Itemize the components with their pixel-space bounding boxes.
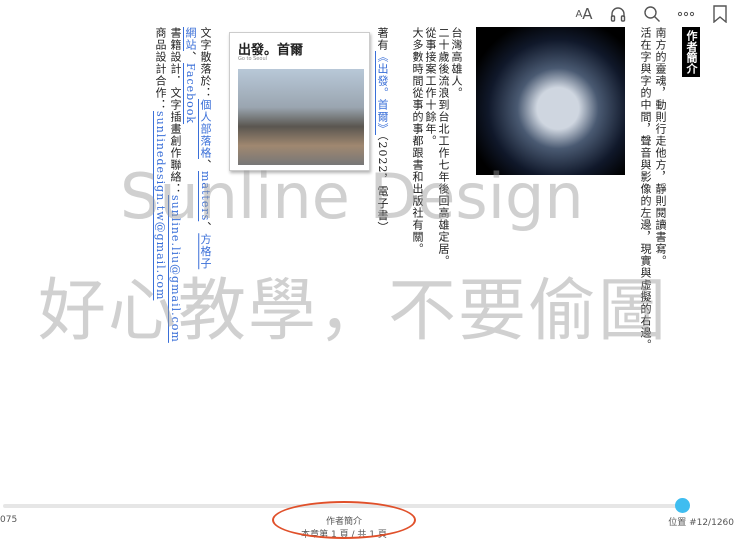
bio-line: 從事接案工作十餘年。 (424, 27, 437, 147)
section-label: 作者簡介 (682, 27, 700, 77)
headphones-icon[interactable] (608, 4, 628, 24)
font-size-icon[interactable]: AA (574, 4, 594, 24)
footer: 075 作者簡介 本章第 1 頁 / 共 1 頁 位置 #12/1260 (0, 495, 740, 542)
watermark-line2: 好心教學，不要偷圖 (38, 272, 669, 351)
progress-thumb[interactable] (674, 498, 690, 513)
links-line: 網站、Facebook (184, 27, 197, 124)
book-link[interactable]: 《出發。首爾》 (376, 51, 389, 135)
watermark-line1: Sunline Design (120, 160, 584, 233)
annotation-circle (272, 501, 416, 539)
bio-line: 南方的靈魂，動則行走他方，靜則閱讀書寫。 (654, 27, 667, 267)
more-icon[interactable] (676, 4, 696, 24)
cover-subtitle: Go to Seoul (238, 56, 267, 62)
search-icon[interactable] (642, 4, 662, 24)
position-indicator: 位置 #12/1260 (668, 518, 734, 528)
toolbar: AA (574, 4, 730, 24)
separator: 、 (184, 51, 197, 63)
author-photo (476, 27, 625, 175)
website-link[interactable]: 網站 (184, 27, 197, 51)
links-prefix: 文字散落於： (199, 27, 212, 99)
works-prefix: 著有 (376, 27, 389, 51)
product-prefix: 商品設計合作： (154, 27, 167, 111)
facebook-link[interactable]: Facebook (184, 63, 197, 124)
bio-line: 台灣高雄人。 (450, 27, 463, 99)
blog-link[interactable]: 個人部落格 (199, 99, 212, 159)
cover-image (238, 69, 364, 165)
book-cover[interactable]: 出發。首爾 Go to Seoul (229, 32, 370, 171)
bookmark-icon[interactable] (710, 4, 730, 24)
